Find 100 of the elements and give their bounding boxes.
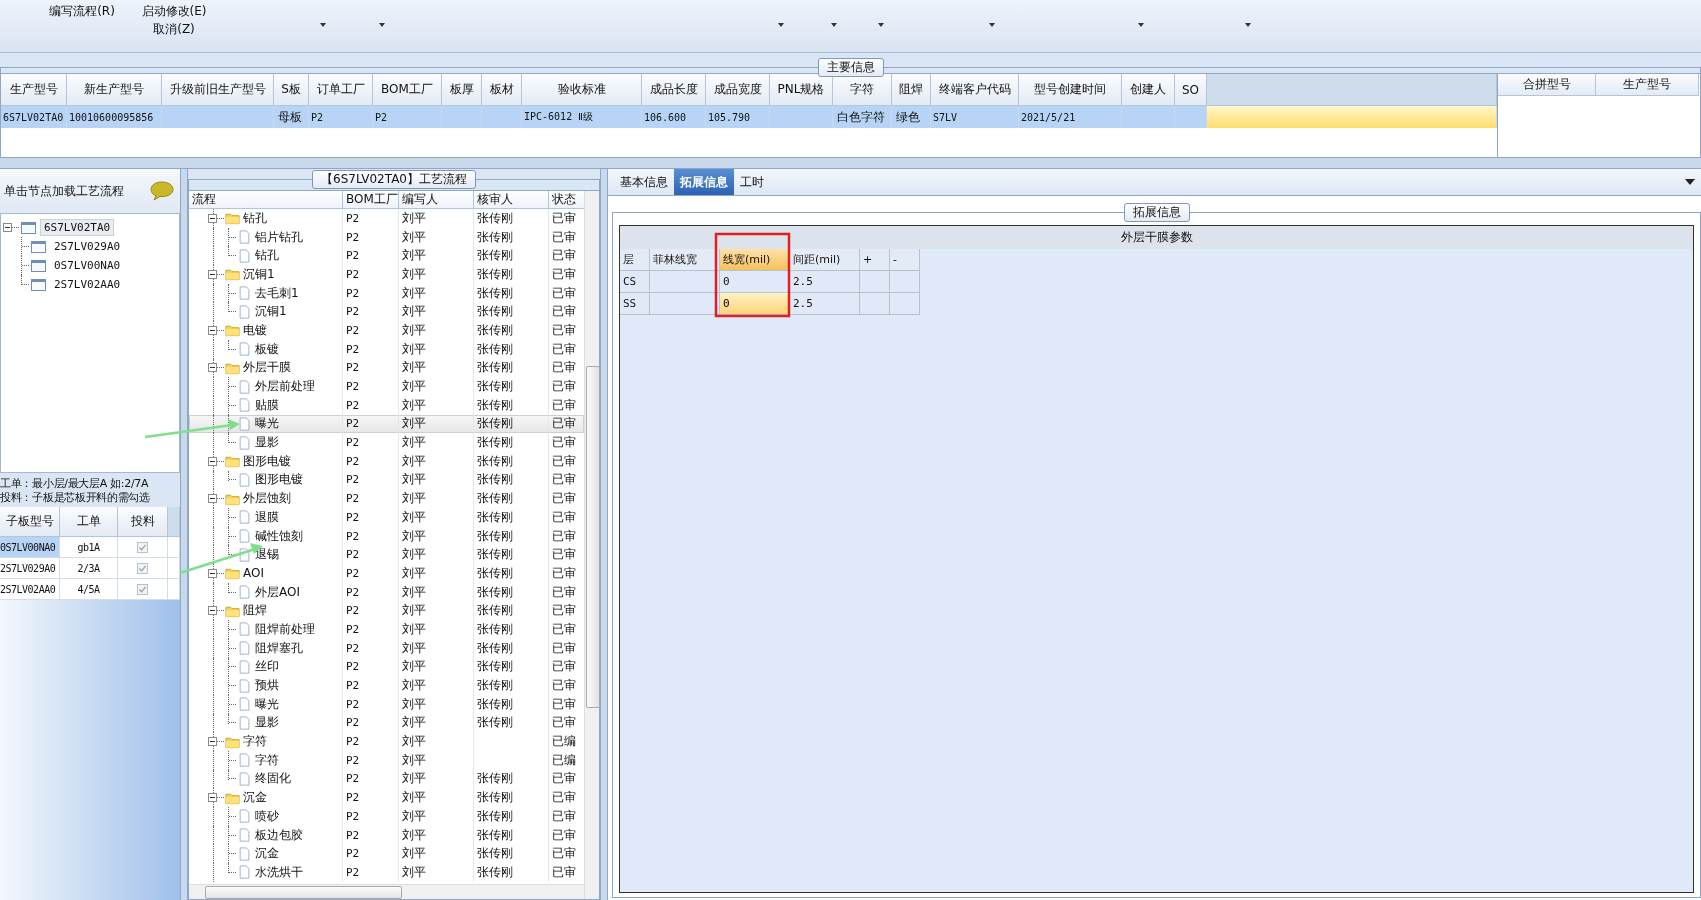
table-cell: P2 bbox=[343, 825, 399, 845]
collapse-icon[interactable] bbox=[208, 363, 217, 373]
column-header[interactable]: 生产型号 bbox=[1, 74, 67, 106]
column-header[interactable]: 新生产型号 bbox=[67, 74, 162, 106]
table-cell: 张传刚 bbox=[474, 526, 549, 546]
column-header[interactable]: S板 bbox=[274, 74, 309, 106]
column-header[interactable]: 字符 bbox=[833, 74, 892, 106]
column-header[interactable]: 层 bbox=[620, 249, 650, 271]
toolbar-button[interactable]: 取消(Z) bbox=[151, 20, 197, 38]
column-header[interactable]: 验收标准 bbox=[522, 74, 642, 106]
table-cell[interactable]: CS bbox=[620, 271, 650, 293]
column-header[interactable]: 菲林线宽 bbox=[650, 249, 720, 271]
caret-icon[interactable] bbox=[320, 23, 326, 27]
horizontal-scrollbar[interactable] bbox=[189, 884, 584, 899]
column-header[interactable]: 间距(mil) bbox=[790, 249, 860, 271]
column-header[interactable]: PNL规格 bbox=[770, 74, 833, 106]
table-cell: 张传刚 bbox=[474, 508, 549, 527]
table-cell[interactable]: 0S7LV00NA0 bbox=[0, 537, 60, 558]
column-header[interactable]: 工单 bbox=[60, 507, 118, 537]
column-header[interactable]: 板材 bbox=[482, 74, 522, 106]
table-cell[interactable] bbox=[860, 293, 890, 315]
column-header[interactable]: 核审人 bbox=[474, 191, 549, 209]
collapse-icon[interactable] bbox=[208, 494, 217, 504]
table-cell[interactable] bbox=[860, 271, 890, 293]
collapse-icon[interactable] bbox=[208, 606, 217, 616]
table-cell: 张传刚 bbox=[474, 209, 549, 228]
caret-icon[interactable] bbox=[831, 23, 837, 27]
collapse-icon[interactable] bbox=[208, 568, 217, 578]
caret-icon[interactable] bbox=[878, 23, 884, 27]
table-cell: P2 bbox=[343, 414, 399, 434]
tree-grid-row[interactable]: 曝光 P2 刘平 张传刚 已审 bbox=[189, 414, 584, 434]
tab[interactable]: 基本信息 bbox=[614, 169, 674, 195]
toolbar-button[interactable]: 编写流程(R) bbox=[47, 2, 117, 20]
tab[interactable]: 工时 bbox=[734, 169, 770, 195]
table-cell: P2 bbox=[373, 106, 442, 128]
collapse-icon[interactable] bbox=[208, 456, 217, 466]
process-name: 阻焊前处理 bbox=[255, 620, 315, 638]
toolbar-button[interactable]: 启动修改(E) bbox=[139, 2, 209, 20]
column-header[interactable]: 阻焊 bbox=[892, 74, 931, 106]
column-header[interactable]: 创建人 bbox=[1122, 74, 1175, 106]
column-header[interactable]: 生产型号 bbox=[1596, 74, 1699, 96]
table-cell[interactable]: 2S7LV029A0 bbox=[0, 558, 60, 579]
table-cell: 张传刚 bbox=[474, 769, 549, 789]
column-header[interactable]: 型号创建时间 bbox=[1019, 74, 1122, 106]
process-name: 外层AOI bbox=[255, 583, 300, 601]
table-cell[interactable]: SS bbox=[620, 293, 650, 315]
table-cell[interactable]: 2.5 bbox=[790, 271, 860, 293]
table-cell: 母板 bbox=[274, 106, 309, 128]
column-header[interactable]: 状态 bbox=[549, 191, 585, 209]
column-header[interactable]: 成品宽度 bbox=[706, 74, 770, 106]
document-icon bbox=[237, 472, 252, 487]
table-cell: gb1A bbox=[60, 537, 118, 558]
caret-icon[interactable] bbox=[1138, 23, 1144, 27]
checkbox[interactable] bbox=[137, 583, 148, 595]
collapse-icon[interactable] bbox=[208, 793, 217, 803]
collapse-icon[interactable] bbox=[208, 269, 217, 279]
tree-node[interactable]: 6S7LV02TA0 bbox=[40, 219, 115, 236]
caret-icon[interactable] bbox=[1245, 23, 1251, 27]
table-cell[interactable]: 2S7LV02AA0 bbox=[0, 579, 60, 600]
column-header[interactable]: 编写人 bbox=[399, 191, 474, 209]
tree-node[interactable]: 2S7LV02AA0 bbox=[50, 276, 125, 293]
caret-icon[interactable] bbox=[778, 23, 784, 27]
process-name: 外层蚀刻 bbox=[243, 490, 291, 508]
tree-node[interactable]: 2S7LV029A0 bbox=[50, 238, 125, 255]
dropdown-icon[interactable] bbox=[1685, 179, 1695, 185]
table-cell[interactable]: 0 bbox=[720, 293, 790, 315]
column-header[interactable]: 合拼型号 bbox=[1498, 74, 1596, 96]
table-cell: P2 bbox=[343, 676, 399, 695]
caret-icon[interactable] bbox=[379, 23, 385, 27]
tab[interactable]: 拓展信息 bbox=[674, 169, 734, 195]
column-header[interactable]: BOM工厂 bbox=[373, 74, 442, 106]
tree-node[interactable]: 0S7LV00NA0 bbox=[50, 257, 125, 274]
column-header[interactable]: + bbox=[860, 249, 890, 271]
checkbox[interactable] bbox=[137, 541, 148, 553]
table-row[interactable]: 6S7LV02TA0 10010600095856 母板 P2 P2 IPC-6012 Ⅱ级 106.600 105.790 白色字符 绿色 S7LV 2021/5/21 bbox=[1, 106, 1497, 128]
column-header[interactable]: 成品长度 bbox=[642, 74, 706, 106]
column-header[interactable]: 升级前旧生产型号 bbox=[162, 74, 274, 106]
column-header[interactable]: 板厚 bbox=[442, 74, 482, 106]
collapse-icon[interactable] bbox=[208, 325, 217, 335]
table-cell[interactable]: 2.5 bbox=[790, 293, 860, 315]
column-header[interactable]: 子板型号 bbox=[0, 507, 60, 537]
table-cell[interactable] bbox=[650, 271, 720, 293]
table-cell[interactable] bbox=[890, 271, 920, 293]
column-header[interactable]: 终端客户代码 bbox=[931, 74, 1019, 106]
table-cell[interactable] bbox=[890, 293, 920, 315]
column-header[interactable]: 订单工厂 bbox=[309, 74, 373, 106]
collapse-icon[interactable] bbox=[208, 737, 217, 747]
column-header[interactable]: 流程 bbox=[189, 191, 343, 209]
column-header[interactable]: SO bbox=[1175, 74, 1207, 106]
column-header[interactable]: BOM工厂 bbox=[343, 191, 399, 209]
collapse-icon[interactable] bbox=[3, 223, 12, 232]
column-header[interactable]: 投料 bbox=[118, 507, 168, 537]
column-header[interactable]: 线宽(mil) bbox=[720, 249, 790, 271]
vertical-scrollbar[interactable] bbox=[584, 191, 599, 899]
checkbox[interactable] bbox=[137, 562, 148, 574]
process-name: 显影 bbox=[255, 434, 279, 452]
table-cell: P2 bbox=[343, 339, 399, 359]
column-header[interactable]: - bbox=[890, 249, 920, 271]
caret-icon[interactable] bbox=[989, 23, 995, 27]
collapse-icon[interactable] bbox=[208, 213, 217, 223]
